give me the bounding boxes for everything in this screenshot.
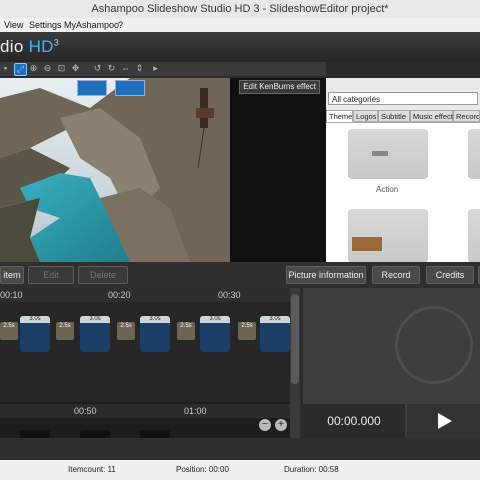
ruler-mark: 00:10 — [0, 290, 23, 300]
move-icon[interactable]: ✥ — [70, 63, 81, 74]
select-icon[interactable]: ▪ — [0, 63, 11, 74]
tab-subtitle[interactable]: Subtitle — [378, 110, 410, 122]
theme-tile-label: Action — [376, 185, 399, 194]
content-panel: All categories Theme Logos Subtitle Musi… — [326, 78, 480, 263]
credits-button[interactable]: Credits — [426, 266, 474, 284]
status-itemcount: Itemcount: 11 — [68, 465, 116, 474]
add-item-button[interactable]: item — [0, 266, 24, 284]
theme-tile-action[interactable] — [348, 129, 428, 179]
duration-badge[interactable]: 2.5s — [177, 322, 195, 340]
slide-thumbnail[interactable] — [20, 430, 50, 438]
play-button[interactable] — [407, 404, 480, 438]
fit-icon[interactable]: ⤢ — [14, 63, 27, 76]
app-title-version: 3 — [53, 37, 60, 48]
zoom-in-button[interactable]: + — [275, 419, 287, 431]
app-header: dio HD3 — [0, 32, 480, 62]
play-small-icon[interactable]: ▸ — [150, 63, 161, 74]
window-title-bar: Ashampoo Slideshow Studio HD 3 - Slidesh… — [0, 0, 480, 18]
thumbnail-duration: 3.0s — [80, 316, 110, 323]
slide-thumbnail[interactable] — [80, 430, 110, 438]
ruler-mark: 00:50 — [74, 406, 97, 416]
play-icon — [438, 413, 452, 429]
slide-thumbnail[interactable]: 3.0s — [140, 316, 170, 352]
player-logo-icon — [395, 306, 473, 384]
timeline: 00:10 00:20 00:30 2.5s 3.0s 2.5s 3.0s 2.… — [0, 288, 300, 438]
bottom-strip — [0, 438, 480, 460]
menu-view[interactable]: View — [4, 20, 23, 30]
tab-logos[interactable]: Logos — [353, 110, 378, 122]
theme-tile-2[interactable] — [348, 209, 428, 263]
status-position: Position: 00:00 — [176, 465, 229, 474]
preview-toolbar: ▪ ⤢ ⊕ ⊖ ⊡ ✥ ↺ ↻ ⇔ ⇕ ▸ — [0, 62, 326, 76]
duration-badge[interactable]: 2.5s — [238, 322, 256, 340]
preview-photo — [0, 78, 230, 262]
timeline-track: 2.5s 3.0s 2.5s 3.0s 2.5s 3.0s 2.5s 3.0s … — [0, 302, 290, 402]
theme-preview-icon — [372, 151, 388, 156]
theme-tiles: Action — [326, 122, 480, 263]
crop-icon[interactable]: ⊡ — [56, 63, 67, 74]
duration-badge[interactable]: 2.5s — [56, 322, 74, 340]
kenburns-end-marker[interactable] — [115, 80, 145, 96]
tab-music-effect[interactable]: Music effect — [410, 110, 453, 122]
app-title: dio HD3 — [0, 37, 59, 57]
thumbnail-duration: 3.0s — [200, 316, 230, 323]
menu-settings[interactable]: Settings — [29, 20, 62, 30]
slide-thumbnail[interactable]: 3.0s — [200, 316, 230, 352]
tab-theme[interactable]: Theme — [326, 110, 353, 122]
record-button[interactable]: Record — [372, 266, 420, 284]
mirror-icon[interactable]: ⇕ — [134, 63, 145, 74]
thumbnail-duration: 3.0s — [260, 316, 290, 323]
menu-help[interactable]: ? — [118, 20, 123, 30]
slide-thumbnail[interactable]: 3.0s — [80, 316, 110, 352]
scrollbar-thumb[interactable] — [291, 294, 299, 384]
timecode-display: 00:00.000 — [303, 404, 405, 438]
duration-badge[interactable]: 2.5s — [117, 322, 135, 340]
zoom-out-button[interactable]: − — [259, 419, 271, 431]
timeline-ruler-lower: 00:50 01:00 — [0, 404, 290, 418]
status-bar: Itemcount: 11 Position: 00:00 Duration: … — [0, 460, 480, 480]
action-bar: item Edit Delete Picture information Rec… — [0, 262, 480, 288]
slide-thumbnail[interactable] — [140, 430, 170, 438]
theme-preview-icon — [352, 237, 382, 251]
edit-kenburns-button[interactable]: Edit KenBurns effect — [239, 80, 320, 94]
zoom-in-icon[interactable]: ⊕ — [28, 63, 39, 74]
slide-thumbnail[interactable]: 3.0s — [20, 316, 50, 352]
timeline-scrollbar[interactable] — [290, 288, 300, 438]
ruler-mark: 00:20 — [108, 290, 131, 300]
status-duration: Duration: 00:58 — [284, 465, 339, 474]
menu-myashampoo[interactable]: MyAshampoo — [64, 20, 119, 30]
menu-bar: View Settings MyAshampoo ? — [0, 18, 480, 32]
tab-recording[interactable]: Recordi — [453, 110, 480, 122]
ruler-mark: 01:00 — [184, 406, 207, 416]
thumbnail-duration: 3.0s — [140, 316, 170, 323]
timeline-ruler: 00:10 00:20 00:30 — [0, 288, 290, 302]
ruler-mark: 00:30 — [218, 290, 241, 300]
window-title: Ashampoo Slideshow Studio HD 3 - Slidesh… — [91, 3, 389, 15]
kenburns-start-marker[interactable] — [77, 80, 107, 96]
category-select[interactable]: All categories — [328, 92, 478, 105]
preview-area: Edit KenBurns effect — [0, 78, 326, 262]
rotate-left-icon[interactable]: ↺ — [92, 63, 103, 74]
app-title-prefix: dio — [0, 37, 29, 56]
rotate-right-icon[interactable]: ↻ — [106, 63, 117, 74]
player-panel: 00:00.000 — [303, 288, 480, 438]
picture-information-button[interactable]: Picture information — [286, 266, 366, 284]
zoom-out-icon[interactable]: ⊖ — [42, 63, 53, 74]
theme-tile-partial[interactable] — [468, 129, 480, 179]
duration-badge[interactable]: 2.5s — [0, 322, 18, 340]
flip-icon[interactable]: ⇔ — [120, 63, 131, 74]
thumbnail-duration: 3.0s — [20, 316, 50, 323]
theme-tile-3-partial[interactable] — [468, 209, 480, 263]
panel-tabs: Theme Logos Subtitle Music effect Record… — [326, 110, 480, 122]
delete-button[interactable]: Delete — [78, 266, 128, 284]
timeline-track-lower — [0, 418, 290, 438]
edit-button[interactable]: Edit — [28, 266, 74, 284]
app-title-hd: HD — [28, 37, 54, 56]
slide-thumbnail[interactable]: 3.0s — [260, 316, 290, 352]
